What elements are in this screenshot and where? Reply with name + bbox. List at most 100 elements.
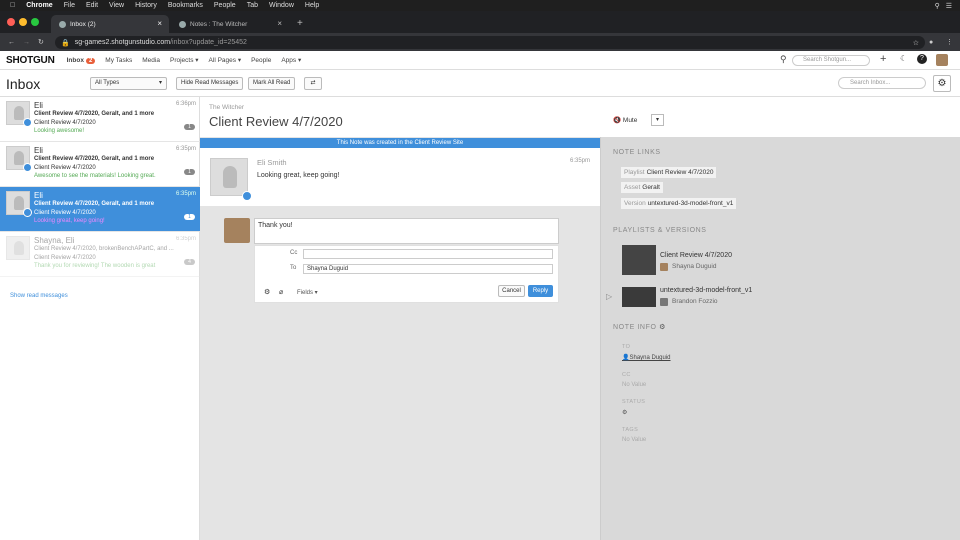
playlist-title[interactable]: Client Review 4/7/2020 — [660, 252, 732, 259]
to-field[interactable]: Shayna Duguid — [303, 264, 553, 274]
show-read-messages-link[interactable]: Show read messages — [10, 293, 68, 299]
attachment-icon[interactable]: ⌀ — [279, 288, 283, 296]
note-body: Looking great, keep going! — [257, 172, 340, 179]
menu-people[interactable]: People — [214, 2, 236, 9]
mark-all-read-button[interactable]: Mark All Read — [248, 77, 296, 90]
status-label: STATUS — [622, 399, 646, 405]
url-bar[interactable]: 🔒 sg-games2.shotgunstudio.com/inbox?upda… — [55, 36, 925, 49]
type-filter-dropdown[interactable]: All Types ▾ — [90, 77, 167, 90]
playlist-thumbnail[interactable] — [622, 245, 656, 275]
gear-icon[interactable]: ⚙ — [659, 324, 666, 331]
link-asset[interactable]: Asset Geralt — [621, 182, 663, 193]
app-topnav: SHOTGUN Inbox 2 My Tasks Media Projects ▾… — [0, 51, 960, 70]
list-item-selected[interactable]: Eli 6:35pm Client Review 4/7/2020, Geral… — [0, 187, 200, 232]
zoom-window-button[interactable] — [31, 18, 39, 26]
search-icon[interactable]: ⚲ — [935, 2, 940, 10]
apple-icon[interactable]:  — [10, 2, 15, 9]
status-icon[interactable]: ⚙ — [622, 409, 627, 416]
refresh-icon[interactable]: ⇄ — [304, 77, 322, 90]
reply-count-badge: 4 — [184, 259, 195, 265]
help-icon[interactable]: ? — [917, 54, 927, 64]
new-tab-button[interactable]: + — [297, 15, 303, 33]
gear-icon[interactable]: ⚙ — [933, 75, 951, 92]
menubar-status-icons: ⚲ ☰ — [935, 2, 952, 10]
nav-all-pages[interactable]: All Pages ▾ — [209, 56, 242, 64]
avatar — [660, 263, 668, 271]
menu-help[interactable]: Help — [305, 2, 319, 9]
settings-icon[interactable]: ⚙ — [264, 288, 270, 296]
nav-apps[interactable]: Apps ▾ — [281, 56, 301, 64]
nav-inbox-label: Inbox — [66, 56, 84, 64]
note-title: Client Review 4/7/2020 — [209, 114, 343, 129]
shotgun-favicon-icon — [59, 20, 66, 28]
profile-icon[interactable]: ● — [929, 39, 933, 46]
page-title: Inbox — [6, 76, 41, 92]
play-icon[interactable]: ▷ — [606, 292, 612, 301]
sender-name: Eli — [34, 191, 43, 200]
search-icon[interactable]: ⚲ — [780, 54, 787, 65]
menu-window[interactable]: Window — [269, 2, 294, 9]
menu-tab[interactable]: Tab — [247, 2, 258, 9]
link-playlist[interactable]: Playlist Client Review 4/7/2020 — [621, 167, 717, 178]
mute-label: Mute — [622, 117, 638, 124]
mute-button[interactable]: 🔇 Mute — [613, 116, 637, 124]
url-host: sg-games2.shotgunstudio.com — [74, 39, 171, 46]
tab-notes[interactable]: Notes : The Witcher × — [171, 15, 289, 33]
fields-dropdown[interactable]: Fields ▾ — [297, 289, 318, 296]
menu-view[interactable]: View — [109, 2, 124, 9]
bookmark-star-icon[interactable]: ☆ — [913, 39, 919, 47]
nav-my-tasks[interactable]: My Tasks — [105, 57, 132, 64]
minimize-window-button[interactable] — [19, 18, 27, 26]
reload-icon[interactable]: ↻ — [38, 38, 44, 46]
menu-edit[interactable]: Edit — [86, 2, 98, 9]
note-header: The Witcher Client Review 4/7/2020 🔇 Mut… — [200, 97, 960, 137]
inbox-search-input[interactable]: Search Inbox... — [838, 77, 926, 89]
inbox-toolbar: Inbox All Types ▾ Hide Read Messages Mark… — [0, 70, 960, 97]
menu-file[interactable]: File — [64, 2, 75, 9]
close-tab-icon[interactable]: × — [157, 19, 162, 28]
shotgun-logo[interactable]: SHOTGUN — [6, 55, 55, 66]
note-info-label: NOTE INFO — [613, 324, 657, 331]
tab-inbox[interactable]: Inbox (2) × — [51, 15, 169, 33]
version-thumbnail[interactable] — [622, 287, 656, 307]
chevron-down-icon[interactable]: ▾ — [651, 114, 664, 126]
global-search-input[interactable]: Search Shotgun... — [792, 55, 870, 66]
project-name[interactable]: The Witcher — [209, 104, 244, 111]
control-center-icon[interactable]: ☰ — [946, 2, 952, 10]
share-icon — [23, 163, 32, 172]
chrome-menu-icon[interactable]: ⋮ — [946, 38, 953, 46]
close-tab-icon[interactable]: × — [277, 19, 282, 28]
hide-read-button[interactable]: Hide Read Messages — [176, 77, 244, 90]
list-item[interactable]: Eli 6:35pm Client Review 4/7/2020, Geral… — [0, 142, 200, 187]
plus-icon[interactable]: + — [880, 53, 886, 65]
reply-button[interactable]: Reply — [528, 285, 553, 297]
nav-projects[interactable]: Projects ▾ — [170, 56, 199, 64]
link-version[interactable]: Version untextured-3d-model-front_v1 — [621, 198, 737, 209]
nav-inbox[interactable]: Inbox 2 — [67, 57, 96, 64]
close-window-button[interactable] — [7, 18, 15, 26]
shotgun-favicon-icon — [179, 20, 186, 28]
list-item[interactable]: Eli 6:36pm Client Review 4/7/2020, Geral… — [0, 97, 200, 142]
menu-bookmarks[interactable]: Bookmarks — [168, 2, 203, 9]
message-list: Eli 6:36pm Client Review 4/7/2020, Geral… — [0, 97, 200, 540]
note-links-heading: NOTE LINKS — [613, 149, 661, 156]
user-avatar[interactable] — [936, 54, 948, 66]
message-context: Client Review 4/7/2020 — [34, 165, 96, 171]
reply-textarea[interactable]: Thank you! — [254, 218, 559, 244]
nav-media[interactable]: Media — [142, 57, 160, 64]
browser-toolbar: ← → ↻ 🔒 sg-games2.shotgunstudio.com/inbo… — [0, 33, 960, 51]
to-value[interactable]: 👤Shayna Duguid — [622, 354, 671, 361]
list-item[interactable]: Shayna, Eli 6:35pm Client Review 4/7/202… — [0, 232, 200, 277]
message-preview: Awesome to see the materials! Looking gr… — [34, 173, 156, 179]
menu-history[interactable]: History — [135, 2, 157, 9]
nav-people[interactable]: People — [251, 57, 271, 64]
back-icon[interactable]: ← — [8, 39, 15, 46]
message-subject: Client Review 4/7/2020, brokenBenchAPart… — [34, 246, 174, 252]
forward-icon[interactable]: → — [23, 39, 30, 46]
cancel-button[interactable]: Cancel — [498, 285, 525, 297]
macos-menubar:  Chrome File Edit View History Bookmark… — [0, 0, 960, 11]
moon-icon[interactable]: ☾ — [900, 54, 907, 63]
cc-field[interactable] — [303, 249, 553, 259]
menu-app-chrome[interactable]: Chrome — [26, 2, 52, 9]
version-title[interactable]: untextured-3d-model-front_v1 — [660, 287, 752, 294]
